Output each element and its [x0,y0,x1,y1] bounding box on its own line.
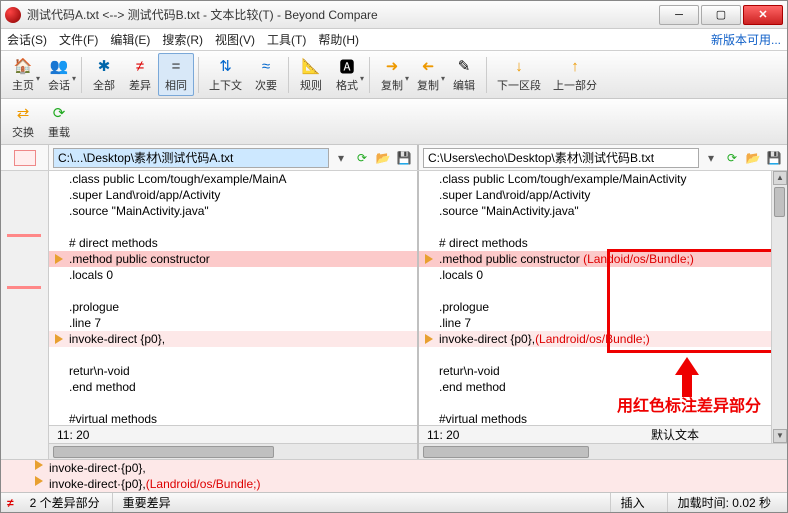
asterisk-icon: ✱ [94,56,114,76]
right-vscrollbar[interactable]: ▲ ▼ [771,171,787,443]
line-diff-panel: invoke-direct·{p0},invoke-direct·{p0},(L… [1,459,787,492]
insert-mode: 插入 [610,493,655,512]
right-file-pane: C:\Users\echo\Desktop\素材\测试代码B.txt ▾ ⟳ 📂… [419,145,787,170]
pencil-icon: ✎ [454,56,474,76]
overview-gutter[interactable] [1,171,49,459]
left-code-pane[interactable]: .class public Lcom/tough/example/MainA.s… [49,171,419,459]
notequal-status-icon: ≠ [7,496,14,510]
window-title: 测试代码A.txt <--> 测试代码B.txt - 文本比较(T) - Bey… [27,6,659,23]
rules-button[interactable]: 📐规则 [293,54,329,95]
minor-icon: ≈ [256,56,276,76]
same-button[interactable]: =相同 [158,53,194,96]
menu-view[interactable]: 视图(V) [215,31,255,48]
titlebar: 测试代码A.txt <--> 测试代码B.txt - 文本比较(T) - Bey… [1,1,787,29]
close-button[interactable]: ✕ [743,5,783,25]
diff-count: 2 个差异部分 [30,494,100,511]
right-cursor-pos: 11: 20 [427,428,459,442]
right-path-input[interactable]: C:\Users\echo\Desktop\素材\测试代码B.txt [423,148,699,168]
compare-area: .class public Lcom/tough/example/MainA.s… [1,171,787,459]
swap-icon: ⇄ [13,103,33,123]
copy-right-button[interactable]: ➜复制▾ [410,54,446,95]
ruler-icon: 📐 [301,56,321,76]
left-refresh-icon[interactable]: ⟳ [353,149,371,167]
left-folder-icon[interactable]: 📂 [374,149,392,167]
context-icon: ⇅ [216,56,236,76]
maximize-button[interactable]: ▢ [701,5,741,25]
update-link[interactable]: 新版本可用... [711,31,781,48]
reload-button[interactable]: ⟳重载 [41,101,77,142]
reload-icon: ⟳ [49,103,69,123]
right-refresh-icon[interactable]: ⟳ [723,149,741,167]
prev-section-button[interactable]: ↑上一部分 [547,54,603,95]
left-path-input[interactable]: C:\...\Desktop\素材\测试代码A.txt [53,148,329,168]
menu-search[interactable]: 搜索(R) [162,31,203,48]
minimize-button[interactable]: ─ [659,5,699,25]
left-dropdown-icon[interactable]: ▾ [332,149,350,167]
arrow-left-icon: ➜ [418,56,438,76]
home-icon: 🏠 [13,56,33,76]
format-icon: 🅰 [337,56,357,76]
right-code-pane[interactable]: 用红色标注差异部分 .class public Lcom/tough/examp… [419,171,787,459]
app-icon [5,7,21,23]
left-file-pane: C:\...\Desktop\素材\测试代码A.txt ▾ ⟳ 📂 💾 [49,145,419,170]
load-time: 加载时间: 0.02 秒 [667,493,781,512]
menu-edit[interactable]: 编辑(E) [110,31,150,48]
menubar: 会话(S) 文件(F) 编辑(E) 搜索(R) 视图(V) 工具(T) 帮助(H… [1,29,787,51]
next-section-button[interactable]: ↓下一区段 [491,54,547,95]
arrow-up-icon: ↑ [565,56,585,76]
session-icon: 👥 [49,56,69,76]
copy-left-button[interactable]: ➜复制▾ [374,54,410,95]
format-button[interactable]: 🅰格式▾ [329,54,365,95]
swap-button[interactable]: ⇄交换 [5,101,41,142]
right-dropdown-icon[interactable]: ▾ [702,149,720,167]
arrow-down-icon: ↓ [509,56,529,76]
arrow-right-icon: ➜ [382,56,402,76]
all-button[interactable]: ✱全部 [86,54,122,95]
notequal-icon: ≠ [130,56,150,76]
session-button[interactable]: 👥会话▾ [41,54,77,95]
diff-button[interactable]: ≠差异 [122,54,158,95]
major-diff-label: 重要差异 [112,493,181,512]
edit-button[interactable]: ✎编辑 [446,54,482,95]
statusbar: ≠ 2 个差异部分 重要差异 插入 加载时间: 0.02 秒 [1,492,787,512]
encoding-label: 默认文本 [651,426,699,443]
equal-icon: = [166,56,186,76]
minor-button[interactable]: ≈次要 [248,54,284,95]
left-cursor-pos: 11: 20 [57,428,89,442]
menu-file[interactable]: 文件(F) [59,31,98,48]
context-button[interactable]: ⇅上下文 [203,54,248,95]
file-path-row: C:\...\Desktop\素材\测试代码A.txt ▾ ⟳ 📂 💾 C:\U… [1,145,787,171]
home-button[interactable]: 🏠主页▾ [5,54,41,95]
main-toolbar: 🏠主页▾ 👥会话▾ ✱全部 ≠差异 =相同 ⇅上下文 ≈次要 📐规则 🅰格式▾ … [1,51,787,99]
menu-tools[interactable]: 工具(T) [267,31,306,48]
menu-session[interactable]: 会话(S) [7,31,47,48]
right-save-icon[interactable]: 💾 [765,149,783,167]
menu-help[interactable]: 帮助(H) [318,31,359,48]
left-save-icon[interactable]: 💾 [395,149,413,167]
side-tabs [1,145,49,170]
left-hscrollbar[interactable] [49,443,417,459]
thumb-view-tab[interactable] [14,150,36,166]
right-hscrollbar[interactable] [419,443,787,459]
sub-toolbar: ⇄交换 ⟳重载 [1,99,787,145]
right-folder-icon[interactable]: 📂 [744,149,762,167]
